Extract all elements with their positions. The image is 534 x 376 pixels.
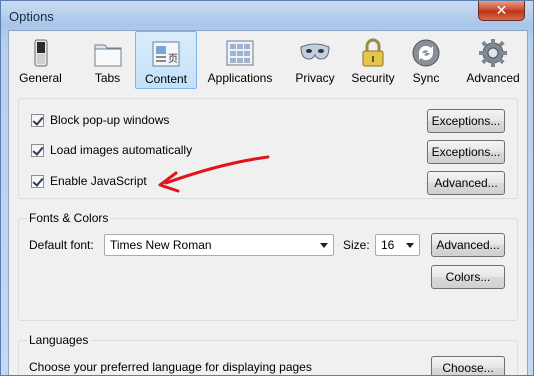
lock-icon [362,38,384,67]
mask-icon [300,43,330,60]
popups-exceptions-button[interactable]: Exceptions... [427,109,505,133]
tab-label: Tabs [94,71,121,85]
default-font-label: Default font: [29,238,94,252]
close-icon: ✕ [495,2,508,18]
tab-general[interactable]: General [12,31,69,89]
font-size-select[interactable]: 16 [375,234,420,256]
tab-tabs[interactable]: Tabs [85,31,130,89]
tab-label: Sync [412,71,440,85]
tab-label: General [19,71,62,85]
annotation-arrow [158,155,270,193]
load-images-checkbox[interactable] [31,144,44,157]
tab-advanced[interactable]: Advanced [461,31,525,89]
sync-icon [412,39,440,67]
title-bar: Options ✕ [1,1,533,29]
javascript-advanced-button[interactable]: Advanced... [427,171,505,195]
switch-icon [34,39,47,67]
enable-javascript-label: Enable JavaScript [50,174,147,188]
chevron-down-icon [406,243,414,248]
fonts-advanced-button[interactable]: Advanced... [431,233,505,257]
tabs-icon [94,44,121,67]
block-popups-option[interactable]: Block pop-up windows [31,113,251,129]
block-popups-label: Block pop-up windows [50,113,170,127]
tab-content[interactable]: 页 Content [135,31,197,89]
default-font-select[interactable]: Times New Roman [104,234,334,256]
content-panel: Block pop-up windows Exceptions... Load … [9,89,527,375]
svg-text:页: 页 [168,53,178,65]
default-font-value: Times New Roman [110,238,212,252]
window-title: Options [9,9,54,24]
colors-button[interactable]: Colors... [431,265,505,289]
tab-security[interactable]: Security [345,31,401,89]
options-window: Options ✕ General Tabs 页 Content Applica… [0,0,534,376]
enable-javascript-checkbox[interactable] [31,175,44,188]
content-icon: 页 [152,41,180,67]
tab-label: Security [351,71,395,85]
tab-label: Applications [207,71,273,85]
languages-legend: Languages [27,333,91,347]
choose-language-button[interactable]: Choose... [431,356,505,375]
applications-icon [226,40,254,66]
chevron-down-icon [320,243,328,248]
tab-label: Advanced [466,71,520,85]
images-exceptions-button[interactable]: Exceptions... [427,140,505,164]
tab-privacy[interactable]: Privacy [289,31,341,89]
close-button[interactable]: ✕ [478,1,525,21]
tab-sync[interactable]: Sync [406,31,446,89]
font-size-value: 16 [381,238,395,252]
pane-toolbar: General Tabs 页 Content Applications Priv… [9,31,527,89]
tab-applications[interactable]: Applications [202,31,278,89]
gear-icon [479,39,507,67]
block-popups-checkbox[interactable] [31,114,44,127]
fonts-colors-legend: Fonts & Colors [27,211,111,225]
size-label: Size: [343,238,370,252]
client-area: General Tabs 页 Content Applications Priv… [8,30,528,375]
enable-javascript-option[interactable]: Enable JavaScript [31,174,171,190]
language-description: Choose your preferred language for displ… [29,360,312,374]
tab-label: Content [144,72,188,86]
tab-label: Privacy [295,71,335,85]
